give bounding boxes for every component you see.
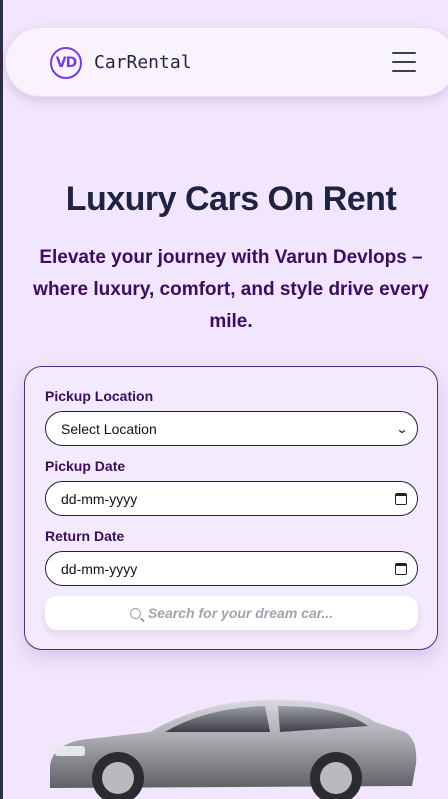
return-date-input[interactable]: dd-mm-yyyy bbox=[45, 551, 418, 586]
return-date-label: Return Date bbox=[45, 528, 125, 544]
calendar-icon[interactable] bbox=[395, 492, 407, 505]
search-icon bbox=[129, 607, 141, 619]
car-image bbox=[50, 699, 417, 799]
pickup-location-select[interactable]: Select Location ⌄ bbox=[45, 411, 418, 446]
search-form-card: Pickup Location Select Location ⌄ Pickup… bbox=[24, 366, 438, 650]
hamburger-icon[interactable] bbox=[392, 52, 416, 72]
pickup-date-input[interactable]: dd-mm-yyyy bbox=[45, 481, 418, 516]
hero-subtitle: Elevate your journey with Varun Devlops … bbox=[33, 247, 429, 332]
return-date-value: dd-mm-yyyy bbox=[61, 560, 138, 577]
pickup-location-value: Select Location bbox=[61, 420, 157, 437]
pickup-date-label: Pickup Date bbox=[45, 458, 126, 474]
page-edge-divider bbox=[0, 0, 3, 799]
logo-icon[interactable]: VD bbox=[50, 47, 82, 79]
pickup-location-label: Pickup Location bbox=[45, 388, 154, 404]
pickup-date-value: dd-mm-yyyy bbox=[61, 490, 138, 507]
navbar: VD CarRental bbox=[5, 27, 448, 97]
chevron-down-icon: ⌄ bbox=[395, 421, 409, 436]
calendar-icon[interactable] bbox=[395, 562, 407, 575]
brand-name[interactable]: CarRental bbox=[94, 52, 192, 73]
search-input[interactable]: Search for your dream car... bbox=[45, 596, 418, 630]
hero-title: Luxury Cars On Rent bbox=[65, 180, 397, 218]
search-placeholder: Search for your dream car... bbox=[147, 605, 334, 621]
